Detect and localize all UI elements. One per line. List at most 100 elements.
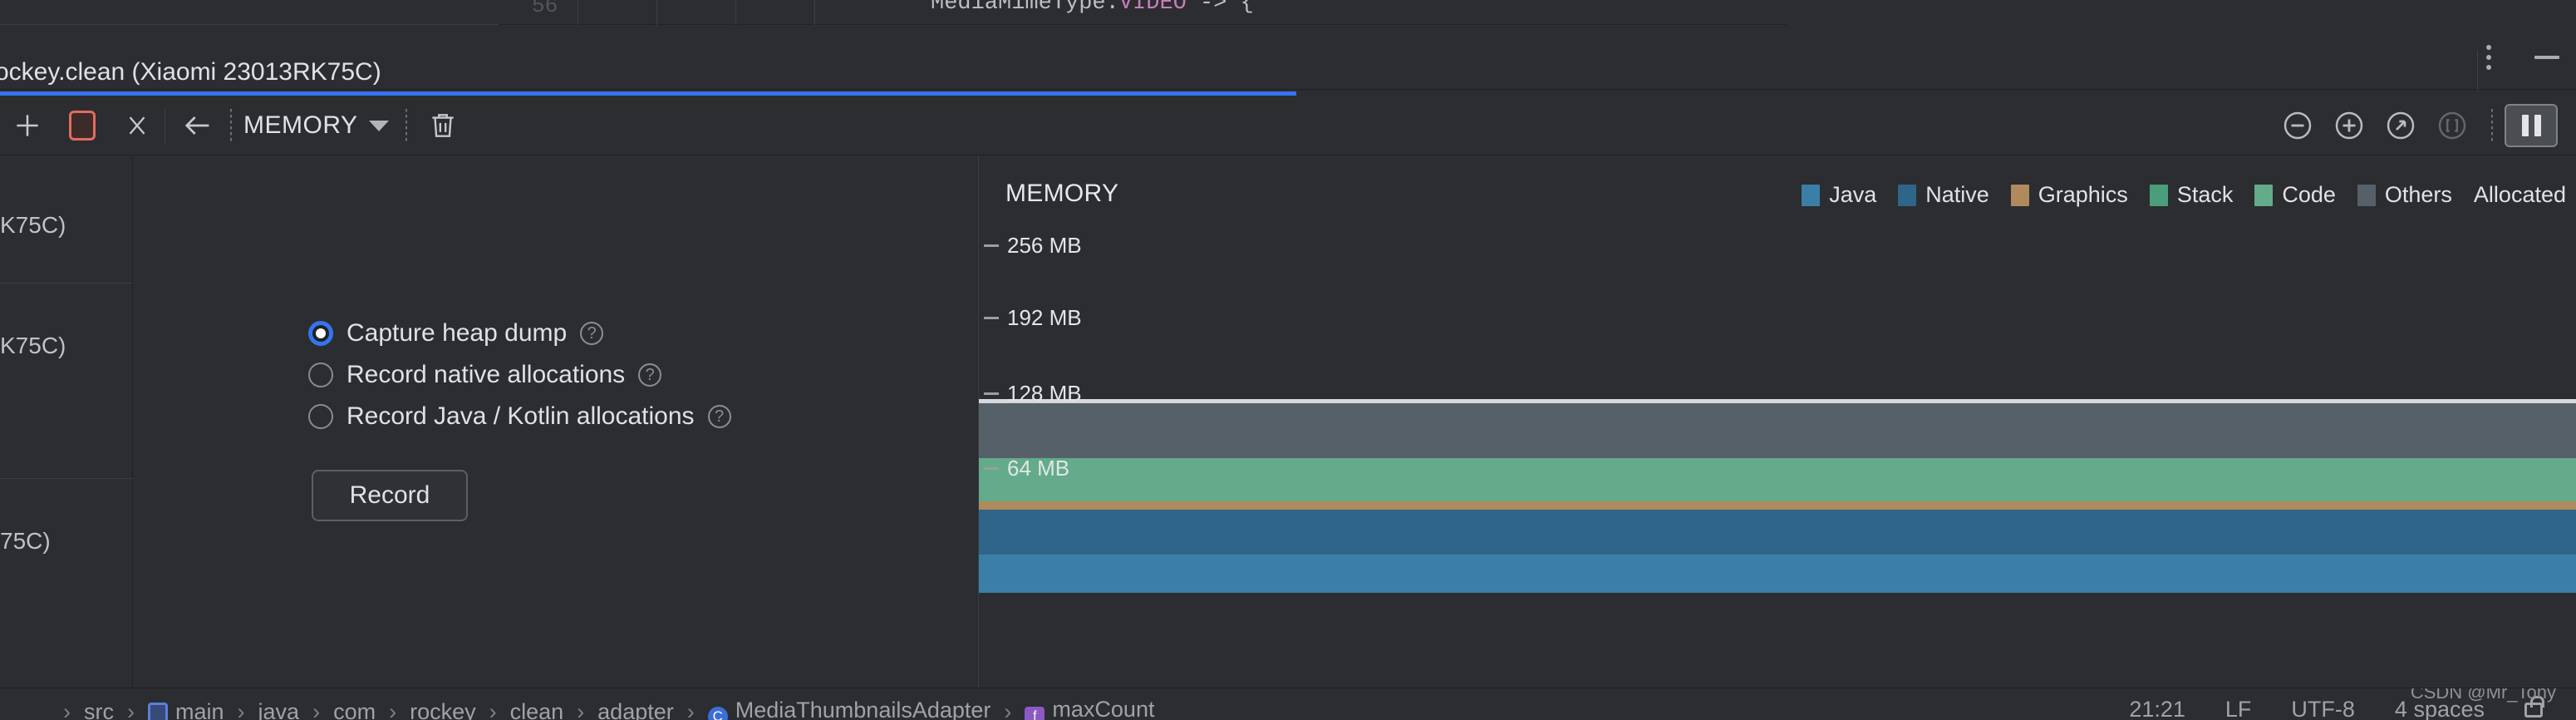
legend-swatch (2254, 184, 2274, 206)
legend-label: Native (1925, 182, 1989, 207)
y-axis-tick: 256 MB (984, 233, 1082, 258)
close-session-button[interactable] (110, 96, 165, 155)
breadcrumb-item[interactable]: main (148, 699, 224, 720)
zoom-to-fit-button[interactable] (2375, 96, 2426, 155)
breadcrumb-separator: › (577, 698, 585, 720)
pause-icon (2521, 115, 2541, 136)
field-icon: f (1025, 707, 1045, 720)
series-band-others (979, 403, 2576, 458)
legend-label: Code (2282, 182, 2336, 207)
attach-to-live-button[interactable] (2426, 96, 2478, 155)
legend-label: Stack (2176, 182, 2234, 207)
editor-code-line: MediaMimeType.VIDEO -> { (931, 0, 1254, 16)
legend-swatch (1802, 184, 1821, 206)
legend-item-code[interactable]: Code (2254, 182, 2336, 208)
y-tick-label: 64 MB (1007, 455, 1070, 481)
help-circle-icon[interactable]: ? (580, 322, 604, 345)
legend-label: Graphics (2038, 182, 2128, 207)
breadcrumb-item[interactable]: adapter (597, 699, 674, 720)
profiler-titlebar: ockey.clean (Xiaomi 23013RK75C) (0, 25, 2576, 90)
help-circle-icon[interactable]: ? (707, 405, 731, 428)
legend-item-graphics[interactable]: Graphics (2010, 182, 2128, 208)
breadcrumb-item[interactable]: f maxCount (1025, 697, 1154, 720)
breadcrumb-item[interactable]: com (333, 699, 376, 720)
status-encoding[interactable]: UTF-8 (2291, 697, 2355, 720)
y-tick-dash (984, 466, 999, 470)
y-tick-label: 128 MB (1007, 380, 1082, 406)
series-band-native (979, 510, 2576, 555)
legend-swatch (1898, 184, 1917, 206)
profiler-window: 56 MediaMimeType.VIDEO -> { ockey.clean … (0, 0, 2576, 720)
session-divider (0, 478, 133, 479)
titlebar-window-controls (2460, 25, 2576, 90)
radio-java-allocations[interactable] (308, 404, 333, 429)
capture-option-native-allocations[interactable]: Record native allocations ? (308, 355, 731, 395)
sessions-panel: K75C) K75C) 75C) (0, 155, 133, 688)
session-divider (0, 283, 133, 284)
profiler-title: ockey.clean (Xiaomi 23013RK75C) (0, 58, 381, 86)
plus-icon (17, 115, 38, 136)
capture-option-heap-dump[interactable]: Capture heap dump ? (308, 313, 731, 353)
editor-code-area[interactable]: 56 MediaMimeType.VIDEO -> { (499, 0, 1787, 25)
stage-selector-label: MEMORY (243, 111, 358, 139)
add-session-button[interactable] (0, 96, 55, 155)
y-tick-dash (984, 392, 999, 395)
more-vertical-icon (2486, 45, 2491, 70)
editor-gutter (0, 0, 499, 25)
back-button[interactable] (165, 96, 230, 155)
editor-indent-guide (656, 0, 657, 25)
pause-live-button[interactable] (2505, 104, 2558, 147)
breadcrumb-item[interactable]: clean (510, 699, 564, 720)
breadcrumb: › src › main › java › com › rockey › cle… (50, 697, 1154, 720)
legend-item-others[interactable]: Others (2357, 182, 2452, 208)
zoom-in-button[interactable] (2323, 96, 2375, 155)
capture-option-java-allocations[interactable]: Record Java / Kotlin allocations ? (308, 397, 731, 436)
legend-item-native[interactable]: Native (1898, 182, 1989, 208)
y-tick-dash (984, 244, 999, 247)
editor-sliver: 56 MediaMimeType.VIDEO -> { (0, 0, 2576, 25)
session-list-item[interactable]: K75C) (0, 333, 133, 359)
zoom-out-button[interactable] (2272, 96, 2323, 155)
breadcrumb-item[interactable]: C MediaThumbnailsAdapter (707, 698, 991, 720)
chevron-down-icon (369, 120, 390, 131)
more-options-button[interactable] (2460, 25, 2518, 90)
legend-item-java[interactable]: Java (1802, 182, 1876, 208)
legend-swatch (2357, 184, 2376, 206)
status-line-separator[interactable]: LF (2225, 697, 2252, 720)
toolbar-dotted-divider (2491, 109, 2493, 142)
profiler-content: Capture heap dump ? Record native alloca… (134, 155, 2576, 688)
chart-title: MEMORY (1005, 180, 1119, 207)
breadcrumb-item[interactable]: src (84, 699, 114, 720)
legend-item-allocated[interactable]: Allocated (2474, 182, 2566, 208)
delete-session-button[interactable] (407, 96, 479, 155)
y-tick-dash (984, 316, 999, 319)
radio-native-allocations[interactable] (308, 362, 333, 387)
breadcrumb-separator: › (686, 698, 695, 720)
editor-code-keyword: VIDEO (1118, 0, 1187, 16)
breadcrumb-item[interactable]: java (258, 699, 300, 720)
breadcrumb-item[interactable]: rockey (410, 699, 476, 720)
chart-legend: Java Native Graphics Stack Code Others A… (1780, 182, 2566, 208)
class-icon: C (707, 706, 728, 720)
minimize-button[interactable] (2518, 25, 2576, 90)
editor-code-suffix: -> { (1186, 0, 1254, 16)
editor-indent-guide (735, 0, 736, 25)
stop-recording-button[interactable] (55, 96, 110, 155)
chart-plot-area[interactable]: 256 MB 192 MB 128 MB 64 MB (979, 222, 2576, 636)
legend-item-stack[interactable]: Stack (2149, 182, 2234, 208)
breadcrumb-item-label: main (175, 698, 224, 720)
session-list-item[interactable]: K75C) (0, 212, 133, 239)
y-axis-tick: 192 MB (984, 305, 1082, 330)
toolbar-left-group: MEMORY (0, 96, 479, 155)
help-circle-icon[interactable]: ? (638, 363, 662, 387)
capture-option-label: Capture heap dump (347, 319, 568, 347)
breadcrumb-separator: › (312, 698, 321, 720)
radio-heap-dump[interactable] (308, 321, 333, 346)
lock-icon[interactable] (2524, 695, 2544, 718)
stage-selector[interactable]: MEMORY (232, 96, 390, 155)
session-list-item[interactable]: 75C) (0, 528, 133, 555)
stop-square-icon (69, 111, 96, 141)
status-caret-position[interactable]: 21:21 (2129, 697, 2185, 720)
legend-label: Others (2384, 182, 2452, 207)
record-button[interactable]: Record (312, 470, 468, 521)
